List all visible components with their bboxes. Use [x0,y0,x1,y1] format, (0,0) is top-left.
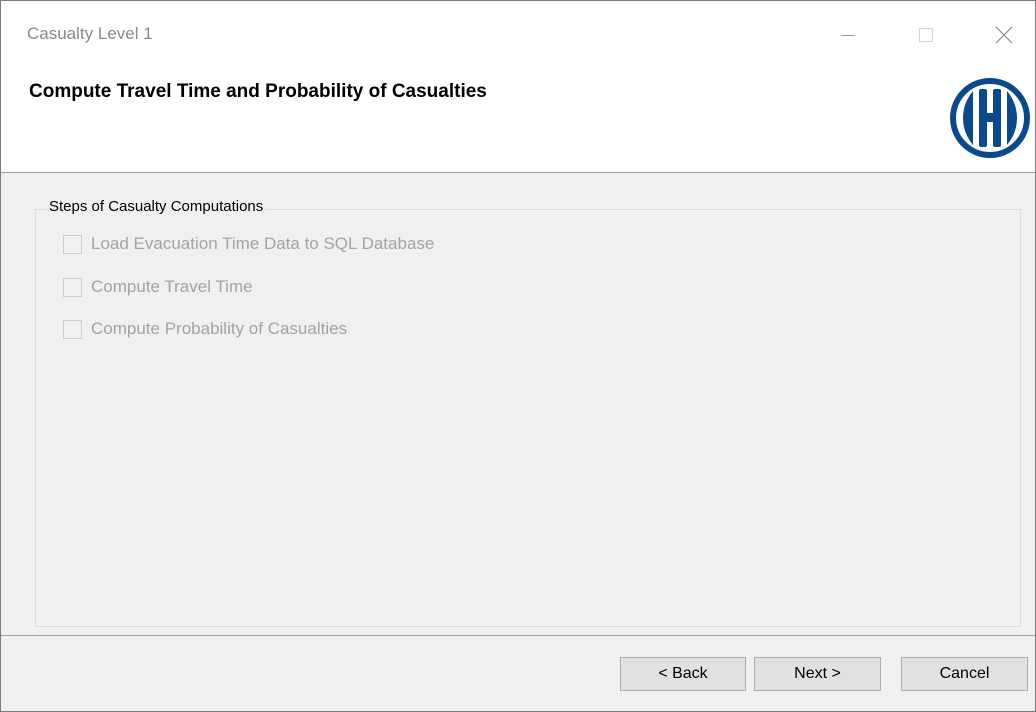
footer-divider [1,635,1035,636]
step-checkbox-compute-probability: Compute Probability of Casualties [63,318,347,340]
step-checkbox-load-evacuation: Load Evacuation Time Data to SQL Databas… [63,233,434,255]
checkbox-box [63,234,82,254]
hazus-h-logo-icon [950,78,1030,158]
maximize-icon [919,28,933,42]
cancel-button[interactable]: Cancel [901,657,1028,691]
close-icon [995,26,1013,44]
steps-groupbox-legend: Steps of Casualty Computations [47,198,266,215]
next-button[interactable]: Next > [754,657,881,691]
close-button[interactable] [981,15,1027,55]
page-title: Compute Travel Time and Probability of C… [29,81,487,102]
checkbox-box [63,277,82,297]
wizard-header: Compute Travel Time and Probability of C… [1,61,1035,173]
window-title: Casualty Level 1 [27,24,153,43]
minimize-icon [841,35,855,36]
checkbox-box [63,319,82,339]
checkbox-label: Load Evacuation Time Data to SQL Databas… [91,234,435,253]
checkbox-label: Compute Travel Time [91,277,253,296]
minimize-button[interactable] [825,15,871,55]
checkbox-label: Compute Probability of Casualties [91,319,348,338]
steps-groupbox [35,209,1021,627]
maximize-button[interactable] [903,15,949,55]
title-bar[interactable]: Casualty Level 1 [1,1,1035,61]
dialog-window: Casualty Level 1 Compute Travel Time and… [0,0,1036,712]
back-button[interactable]: < Back [620,657,746,691]
step-checkbox-compute-travel-time: Compute Travel Time [63,276,253,298]
